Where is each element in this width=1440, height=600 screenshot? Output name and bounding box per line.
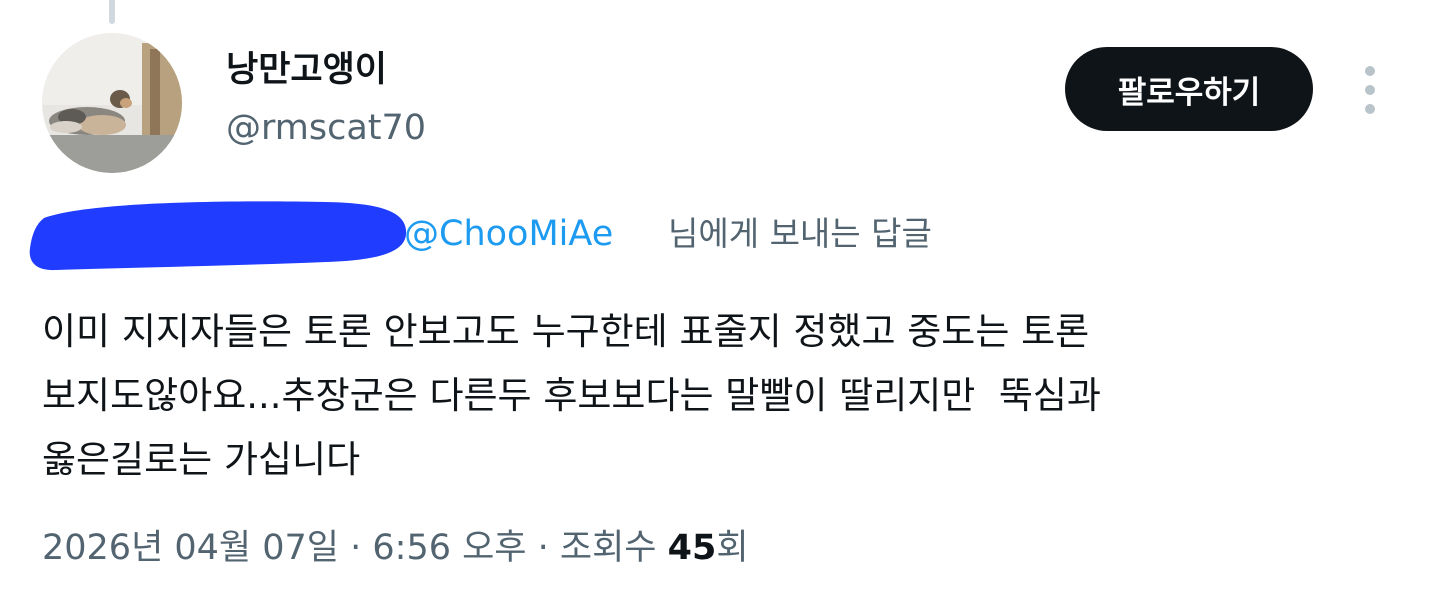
- follow-button[interactable]: 팔로우하기: [1065, 47, 1313, 131]
- tweet-text: 이미 지지자들은 토론 안보고도 누구한테 표줄지 정했고 중도는 토론 보지도…: [42, 300, 1382, 492]
- more-dot: [1365, 104, 1375, 114]
- tweet-text-line: 이미 지지자들은 토론 안보고도 누구한테 표줄지 정했고 중도는 토론: [42, 310, 1090, 353]
- reply-suffix-text: 님에게 보내는 답글: [668, 214, 932, 253]
- views-count: 45: [667, 528, 717, 568]
- redaction-scribble: [29, 201, 407, 271]
- views-unit: 회: [716, 528, 749, 568]
- views-label: 조회수: [559, 528, 657, 568]
- thread-connector-line: [109, 0, 115, 24]
- more-options-icon[interactable]: [1352, 66, 1388, 114]
- meta-separator: ·: [339, 528, 373, 568]
- reply-context: @ChooMiAe 님에게 보내는 답글: [20, 196, 1020, 276]
- tweet-date[interactable]: 2026년 04월 07일: [42, 528, 339, 568]
- tweet-meta: 2026년 04월 07일 · 6:56 오후 · 조회수 45회: [42, 522, 749, 574]
- more-dot: [1365, 66, 1375, 76]
- reply-mention-link[interactable]: @ChooMiAe: [404, 208, 613, 260]
- tweet-text-line: 옳은길로는 가십니다: [42, 438, 361, 481]
- meta-separator: ·: [526, 528, 560, 568]
- avatar-image: [42, 33, 182, 173]
- tweet-text-line: 보지도않아요...추장군은 다른두 후보보다는 말빨이 딸리지만 뚝심과: [42, 374, 1101, 417]
- avatar[interactable]: [42, 33, 182, 173]
- user-handle[interactable]: @rmscat70: [226, 106, 426, 150]
- more-dot: [1365, 85, 1375, 95]
- tweet-time[interactable]: 6:56 오후: [372, 528, 526, 568]
- display-name[interactable]: 낭만고앵이: [226, 48, 387, 92]
